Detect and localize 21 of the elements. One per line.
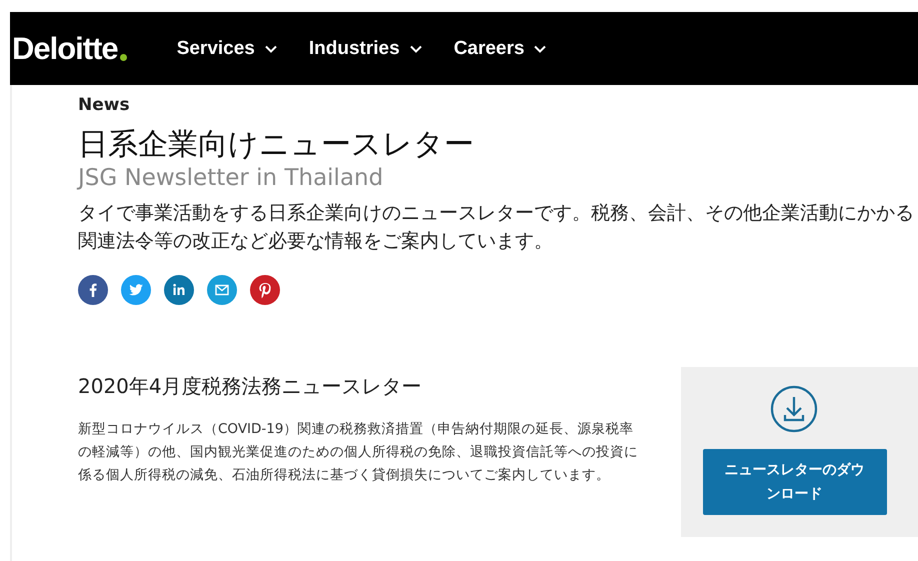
breadcrumb-link[interactable]: News	[78, 85, 918, 115]
nav-menu-item[interactable]: Industries	[308, 38, 422, 60]
chevron-down-icon	[410, 44, 422, 52]
twitter-share-icon[interactable]	[121, 275, 151, 305]
nav-menu-item[interactable]: Services	[176, 38, 277, 60]
download-button[interactable]: ニュースレターのダウンロード	[702, 449, 887, 515]
email-share-icon[interactable]	[207, 275, 237, 305]
pinterest-share-icon[interactable]	[250, 275, 280, 305]
newsletter-description: 新型コロナウイルス（COVID-19）関連の税務救済措置（申告納付期限の延長、源泉税率の軽減等）の他、国内観光業促進のための個人所得税の免除、退職投資信託等への投資に係る個人所得税の減免、石油所得税法に基づく貸倒損失についてご案内しています。	[78, 420, 638, 485]
chevron-down-icon	[264, 44, 277, 52]
page-subtitle: JSG Newsletter in Thailand	[78, 164, 384, 193]
intro-paragraph: タイで事業活動をする日系企業向けのニュースレターです。税務、会計、その他企業活動にかかる関連法令等の改正など必要な情報をご案内しています。	[78, 201, 915, 254]
nav-menu-item[interactable]: Careers	[454, 38, 546, 60]
facebook-share-icon[interactable]	[78, 275, 108, 305]
logo-dot-icon	[120, 54, 127, 60]
linkedin-share-icon[interactable]	[164, 275, 194, 305]
chevron-down-icon	[534, 44, 546, 52]
download-icon[interactable]	[770, 385, 818, 433]
page-title: 日系企業向けニュースレター	[78, 127, 475, 163]
logo-text[interactable]: Deloitte	[12, 30, 118, 66]
newsletter-heading[interactable]: 2020年4月度税務法務ニュースレター	[78, 373, 681, 400]
